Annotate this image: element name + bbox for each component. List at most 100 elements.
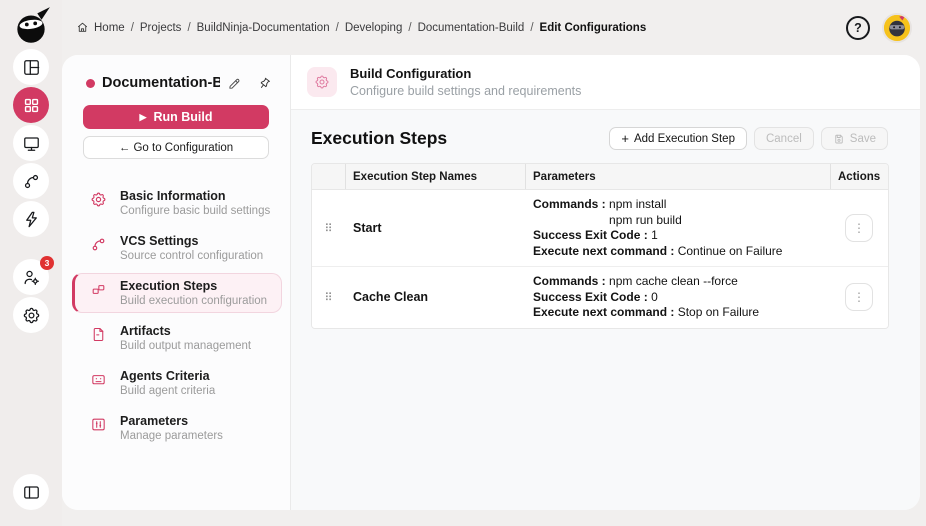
cancel-button[interactable]: Cancel xyxy=(754,127,814,150)
param-value: Continue on Failure xyxy=(678,244,783,258)
config-nav: Basic Information Configure basic build … xyxy=(62,169,290,448)
sidebar-item-execution-steps[interactable]: Execution Steps Build execution configur… xyxy=(72,273,282,313)
build-sidebar: Documentation-Bu... ▶ Run Build ← Go to … xyxy=(62,55,291,510)
execution-steps-table: Execution Step Names Parameters Actions … xyxy=(311,163,889,329)
param-label: Commands : xyxy=(533,197,606,211)
rail-projects-button[interactable] xyxy=(13,87,49,123)
sidebar-item-desc: Build output management xyxy=(120,339,251,353)
step-name: Cache Clean xyxy=(345,267,525,328)
edit-icon[interactable] xyxy=(227,76,242,91)
breadcrumb-build[interactable]: Documentation-Build xyxy=(418,22,525,34)
section-title: Execution Steps xyxy=(311,128,447,149)
plus-icon: + xyxy=(621,132,629,145)
row-menu-button[interactable]: ⋮ xyxy=(845,214,873,242)
notification-badge: 3 xyxy=(40,256,54,270)
sidebar-item-desc: Source control configuration xyxy=(120,249,263,263)
param-label: Execute next command : xyxy=(533,305,674,319)
cancel-label: Cancel xyxy=(766,133,802,145)
sidebar-item-vcs-settings[interactable]: VCS Settings Source control configuratio… xyxy=(72,228,282,268)
sidebar-item-label: Execution Steps xyxy=(120,278,267,294)
ninja-avatar-icon xyxy=(884,14,910,41)
bolt-icon xyxy=(22,210,41,229)
sidebar-item-label: VCS Settings xyxy=(120,233,263,249)
file-icon xyxy=(90,326,107,343)
main-content: Build Configuration Configure build sett… xyxy=(291,55,920,510)
agent-icon xyxy=(90,371,107,388)
sidebar-item-parameters[interactable]: Parameters Manage parameters xyxy=(72,408,282,448)
rail-vcs-button[interactable] xyxy=(13,163,49,199)
rail-actions-button[interactable] xyxy=(13,201,49,237)
breadcrumb-separator: / xyxy=(530,22,533,34)
param-value: 0 xyxy=(651,290,658,304)
kebab-menu-icon: ⋮ xyxy=(853,290,865,304)
breadcrumb-separator: / xyxy=(187,22,190,34)
git-branch-icon xyxy=(22,172,41,191)
user-settings-icon xyxy=(22,268,41,287)
sidebar-item-desc: Configure basic build settings xyxy=(120,204,270,218)
table-row: ⠿ Cache Clean Commands : npm cache clean… xyxy=(312,266,888,328)
collapse-sidebar-button[interactable] xyxy=(13,474,49,510)
breadcrumb-separator: / xyxy=(336,22,339,34)
param-value: Stop on Failure xyxy=(678,305,759,319)
rail-settings-button[interactable] xyxy=(13,297,49,333)
sidebar-item-desc: Build agent criteria xyxy=(120,384,215,398)
page-subtitle: Configure build settings and requirement… xyxy=(350,84,581,98)
sidebar-item-basic-information[interactable]: Basic Information Configure basic build … xyxy=(72,183,282,223)
icon-rail: 3 xyxy=(0,0,62,526)
drag-handle-icon[interactable]: ⠿ xyxy=(312,190,345,266)
build-configuration-header: Build Configuration Configure build sett… xyxy=(291,55,920,110)
table-row: ⠿ Start Commands : npm install npm run b… xyxy=(312,190,888,266)
breadcrumb-current: Edit Configurations xyxy=(540,22,647,34)
sidebar-item-desc: Manage parameters xyxy=(120,429,223,443)
sidebar-item-label: Agents Criteria xyxy=(120,368,215,384)
save-label: Save xyxy=(850,133,876,145)
column-parameters: Parameters xyxy=(525,164,830,189)
help-button[interactable]: ? xyxy=(846,16,870,40)
breadcrumb-subproject[interactable]: Developing xyxy=(345,22,403,34)
breadcrumb-project[interactable]: BuildNinja-Documentation xyxy=(197,22,330,34)
breadcrumb-home[interactable]: Home xyxy=(94,22,125,34)
drag-handle-icon[interactable]: ⠿ xyxy=(312,267,345,328)
rail-monitor-button[interactable] xyxy=(13,125,49,161)
go-to-configuration-button[interactable]: ← Go to Configuration xyxy=(83,136,269,159)
column-step-names: Execution Step Names xyxy=(345,164,525,189)
parameters-icon xyxy=(90,416,107,433)
breadcrumb-separator: / xyxy=(131,22,134,34)
step-parameters: Commands : npm cache clean --force Succe… xyxy=(525,267,830,328)
add-execution-step-button[interactable]: + Add Execution Step xyxy=(609,127,747,150)
project-header: Documentation-Bu... xyxy=(62,75,290,105)
status-dot xyxy=(86,79,95,88)
page-title: Build Configuration xyxy=(350,66,581,81)
gear-icon xyxy=(90,191,107,208)
column-drag xyxy=(312,164,345,189)
question-icon: ? xyxy=(854,21,862,35)
pin-icon[interactable] xyxy=(257,76,272,91)
save-button[interactable]: Save xyxy=(821,127,888,150)
gear-icon xyxy=(314,74,330,90)
param-label: Success Exit Code : xyxy=(533,228,648,242)
user-avatar[interactable] xyxy=(882,13,912,43)
run-build-label: Run Build xyxy=(153,110,212,124)
param-label: Success Exit Code : xyxy=(533,290,648,304)
dashboard-icon xyxy=(22,58,41,77)
ninja-logo[interactable] xyxy=(10,5,52,47)
config-icon-box xyxy=(307,67,337,97)
monitor-icon xyxy=(22,134,41,153)
collapse-panel-icon xyxy=(22,483,41,502)
rail-dashboard-button[interactable] xyxy=(13,49,49,85)
apps-grid-icon xyxy=(22,96,41,115)
sidebar-item-artifacts[interactable]: Artifacts Build output management xyxy=(72,318,282,358)
breadcrumb-separator: / xyxy=(408,22,411,34)
run-build-button[interactable]: ▶ Run Build xyxy=(83,105,269,129)
main-card: Documentation-Bu... ▶ Run Build ← Go to … xyxy=(62,55,920,510)
breadcrumb-projects[interactable]: Projects xyxy=(140,22,182,34)
param-value: npm run build xyxy=(609,213,682,229)
row-menu-button[interactable]: ⋮ xyxy=(845,283,873,311)
sidebar-item-agents-criteria[interactable]: Agents Criteria Build agent criteria xyxy=(72,363,282,403)
git-branch-icon xyxy=(90,236,107,253)
sidebar-item-desc: Build execution configuration xyxy=(120,294,267,308)
param-value: npm install xyxy=(609,197,682,213)
kebab-menu-icon: ⋮ xyxy=(853,221,865,235)
rail-agents-button[interactable]: 3 xyxy=(13,259,49,295)
go-to-configuration-label: ← Go to Configuration xyxy=(119,142,233,154)
